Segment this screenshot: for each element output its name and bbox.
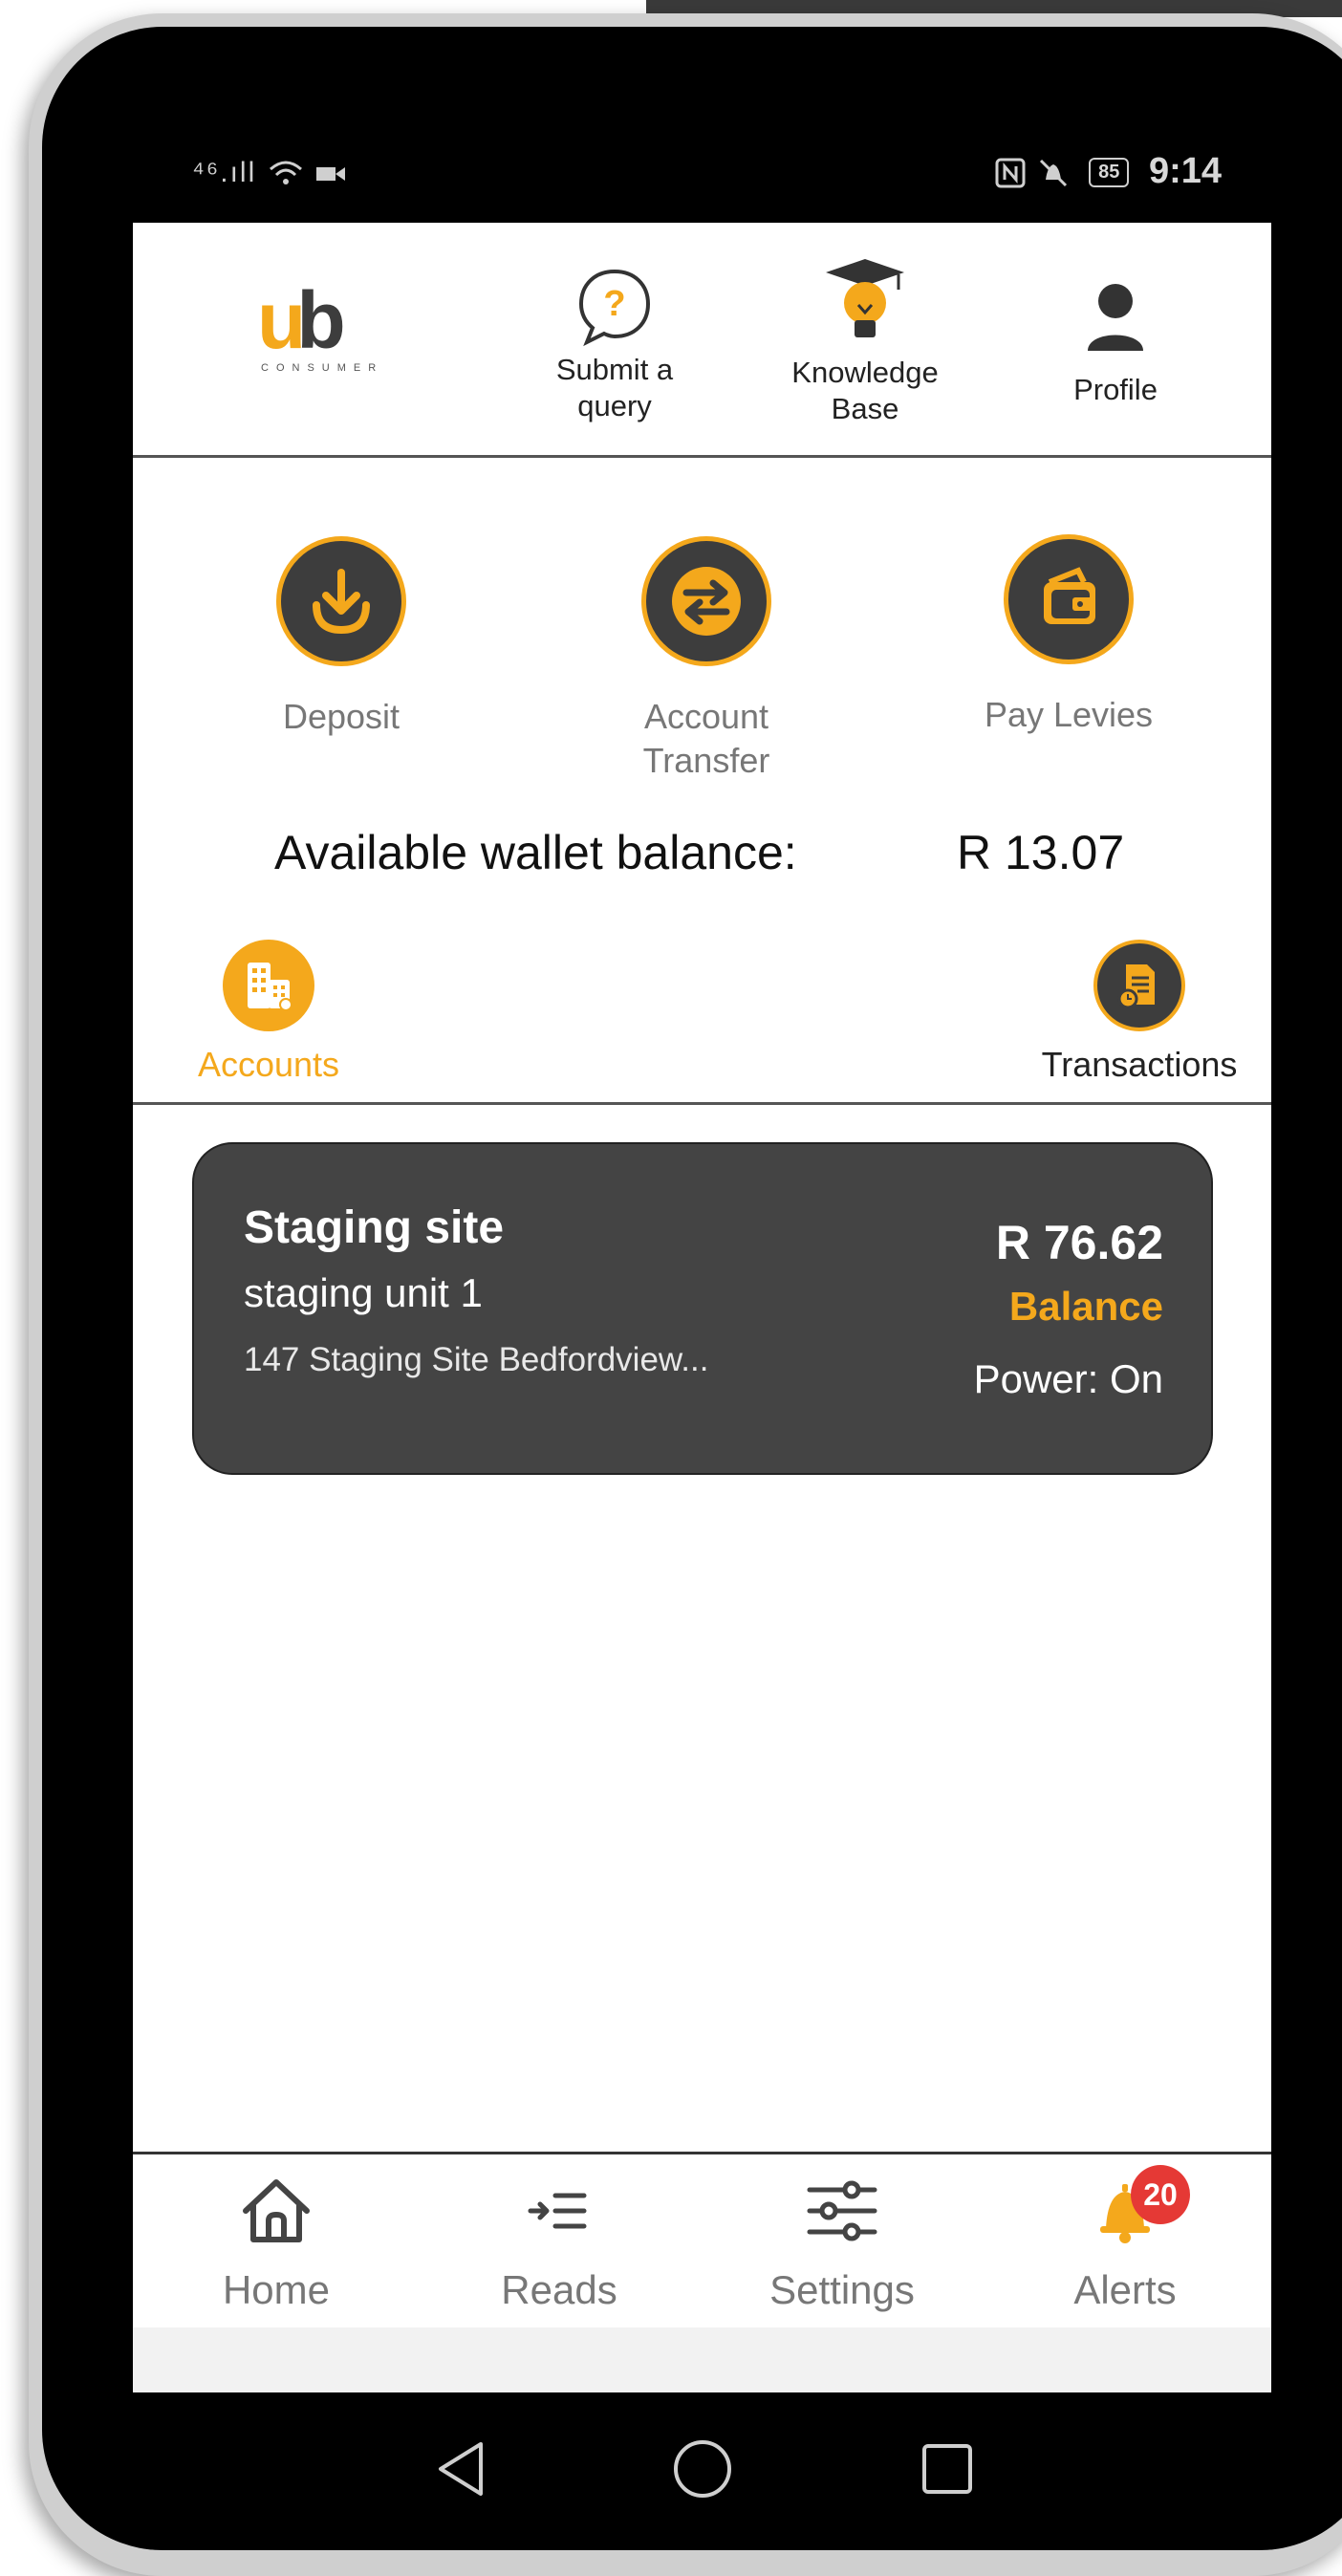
mute-icon <box>1039 159 1067 187</box>
submit-query-button[interactable]: ? Submit a query <box>519 266 710 424</box>
wallet-balance-value: R 13.07 <box>957 826 1125 879</box>
bottom-nav: Home Reads Settings 20 Alerts <box>133 2154 1271 2316</box>
app-screen: ub CONSUMER ? Submit a query Knowledge B… <box>133 223 1271 2392</box>
nfc-icon <box>995 158 1026 188</box>
tab-accounts-label: Accounts <box>197 1045 340 1084</box>
transfer-icon-circle <box>641 536 771 666</box>
alerts-badge: 20 <box>1131 2165 1190 2224</box>
video-icon <box>315 167 345 182</box>
buildings-icon <box>248 963 292 1011</box>
signal-text: ⁴⁶.ıll <box>192 157 257 188</box>
wallet-balance-label: Available wallet balance: <box>274 826 797 879</box>
download-icon <box>313 569 370 635</box>
account-card[interactable]: Staging site staging unit 1 147 Staging … <box>192 1142 1213 1475</box>
deposit-icon-circle <box>276 536 406 666</box>
nav-settings[interactable]: Settings <box>727 2173 957 2313</box>
transfer-arrows-icon <box>672 567 741 636</box>
nav-reads[interactable]: Reads <box>444 2173 674 2313</box>
nav-settings-label: Settings <box>769 2267 915 2312</box>
header-divider <box>133 455 1271 458</box>
nav-home-label: Home <box>222 2267 331 2312</box>
status-bar: ⁴⁶.ıll 85 9:14 <box>133 143 1271 212</box>
accounts-icon-circle <box>223 940 314 1031</box>
nav-reads-label: Reads <box>501 2267 617 2312</box>
clock: 9:14 <box>1148 151 1222 191</box>
tab-transactions[interactable]: Transactions <box>1020 940 1259 1085</box>
profile-label: Profile <box>1073 373 1158 406</box>
graduation-bulb-icon <box>826 259 904 337</box>
signal-icon: ⁴⁶.ıll <box>192 157 347 189</box>
tab-transactions-label: Transactions <box>1041 1045 1238 1084</box>
account-address: 147 Staging Site Bedfordview... <box>244 1341 709 1378</box>
account-transfer-button[interactable]: Account Transfer <box>563 536 850 783</box>
home-icon <box>243 2179 310 2242</box>
status-right: 85 9:14 <box>994 151 1222 192</box>
account-balance-label: Balance <box>1008 1284 1163 1329</box>
submit-query-label: Submit a query <box>555 353 674 422</box>
logo-mark: ub <box>257 280 410 360</box>
sliders-icon <box>807 2180 877 2241</box>
nav-alerts[interactable]: 20 Alerts <box>1010 2165 1240 2313</box>
knowledge-base-button[interactable]: Knowledge Base <box>769 257 961 427</box>
wifi-icon <box>269 161 302 185</box>
question-bubble-icon: ? <box>578 269 651 347</box>
account-transfer-label: Account Transfer <box>642 697 770 780</box>
account-power-status: Power: On <box>973 1356 1163 1401</box>
svg-text:?: ? <box>603 284 625 324</box>
nav-alerts-label: Alerts <box>1073 2267 1177 2312</box>
battery-icon: 85 <box>1089 158 1130 188</box>
logo-b: b <box>296 275 345 365</box>
home-circle-icon[interactable] <box>672 2438 733 2500</box>
knowledge-base-label: Knowledge Base <box>791 356 939 425</box>
pay-levies-button[interactable]: Pay Levies <box>925 534 1212 737</box>
account-unit: staging unit 1 <box>244 1270 483 1315</box>
logo-subtitle: CONSUMER <box>261 362 384 374</box>
wallet-icon <box>1044 567 1095 624</box>
app-logo[interactable]: ub CONSUMER <box>257 280 410 395</box>
back-icon[interactable] <box>435 2440 487 2498</box>
deposit-label: Deposit <box>282 697 400 736</box>
logo-u: u <box>257 275 306 365</box>
account-site-name: Staging site <box>244 1202 505 1253</box>
profile-button[interactable]: Profile <box>1020 280 1211 408</box>
account-amount: R 76.62 <box>995 1216 1163 1269</box>
deposit-button[interactable]: Deposit <box>198 536 485 739</box>
document-clock-icon <box>1117 964 1155 1009</box>
levies-icon-circle <box>1004 534 1134 664</box>
bottom-spacer <box>133 2327 1271 2392</box>
system-navigation-bar <box>133 2392 1271 2536</box>
pay-levies-label: Pay Levies <box>984 695 1154 734</box>
tabs-divider <box>133 1102 1271 1105</box>
recents-icon[interactable] <box>920 2442 974 2496</box>
transactions-icon-circle <box>1093 940 1185 1031</box>
nav-home[interactable]: Home <box>162 2173 391 2313</box>
reads-list-icon <box>528 2193 587 2229</box>
person-icon <box>1088 284 1143 351</box>
tab-accounts[interactable]: Accounts <box>186 940 351 1085</box>
